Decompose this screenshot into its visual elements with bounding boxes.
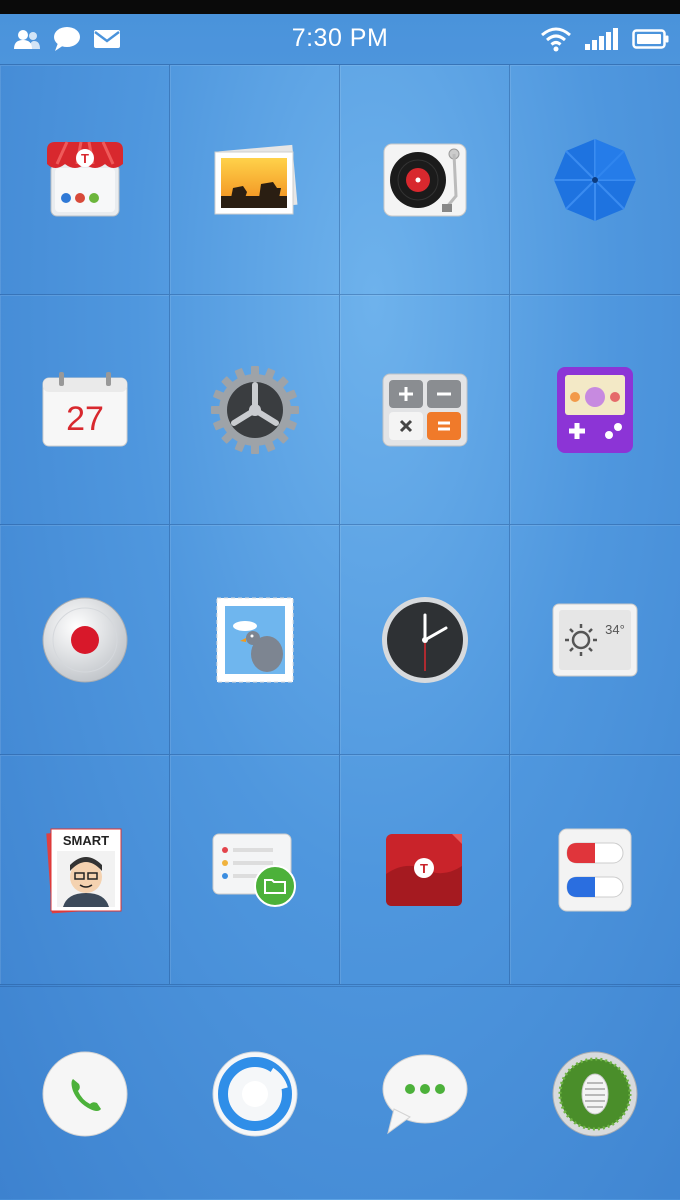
top-black-strip xyxy=(0,0,680,14)
app-cell[interactable] xyxy=(340,65,510,295)
notes-icon[interactable]: T xyxy=(382,830,468,910)
svg-text:T: T xyxy=(81,151,89,166)
app-cell[interactable] xyxy=(170,295,340,525)
gallery-icon[interactable] xyxy=(209,140,301,220)
calendar-icon[interactable]: 27 xyxy=(41,370,129,450)
app-cell[interactable] xyxy=(170,525,340,755)
app-cell[interactable]: 34° xyxy=(510,525,680,755)
dock xyxy=(0,986,680,1200)
weather-icon[interactable]: 34° xyxy=(551,602,639,678)
app-cell[interactable]: SMART xyxy=(0,755,170,985)
music-player-icon[interactable] xyxy=(380,138,470,222)
contact-card-label: SMART xyxy=(62,833,108,848)
status-bar: 7:30 PM xyxy=(0,14,680,65)
clock-icon[interactable] xyxy=(380,595,470,685)
contact-card-icon[interactable]: SMART xyxy=(45,825,125,915)
file-manager-icon[interactable] xyxy=(209,830,301,910)
phone-icon[interactable] xyxy=(40,1049,130,1139)
pills-icon[interactable] xyxy=(555,825,635,915)
app-cell[interactable]: 27 xyxy=(0,295,170,525)
app-cell[interactable] xyxy=(0,525,170,755)
dock-cell[interactable] xyxy=(0,987,170,1200)
mail-stamp-icon[interactable] xyxy=(215,596,295,684)
weather-temp: 34° xyxy=(605,622,625,637)
browser-icon[interactable] xyxy=(210,1049,300,1139)
app-cell[interactable] xyxy=(170,755,340,985)
app-grid: T 27 34° SMART T xyxy=(0,65,680,985)
dock-cell[interactable] xyxy=(170,987,340,1200)
app-cell[interactable] xyxy=(340,525,510,755)
app-cell[interactable]: T xyxy=(0,65,170,295)
settings-gear-icon[interactable] xyxy=(210,365,300,455)
battery-icon xyxy=(632,27,670,51)
game-console-icon[interactable] xyxy=(555,365,635,455)
app-cell[interactable] xyxy=(340,295,510,525)
wifi-icon xyxy=(540,26,572,52)
recorder-icon[interactable] xyxy=(40,595,130,685)
app-cell[interactable] xyxy=(510,295,680,525)
calculator-icon[interactable] xyxy=(381,372,469,448)
calendar-date: 27 xyxy=(66,400,104,438)
app-cell[interactable]: T xyxy=(340,755,510,985)
camera-icon[interactable] xyxy=(550,1049,640,1139)
dock-cell[interactable] xyxy=(340,987,510,1200)
app-store-icon[interactable]: T xyxy=(43,138,127,222)
app-cell[interactable] xyxy=(170,65,340,295)
svg-text:T: T xyxy=(420,861,428,876)
signal-icon xyxy=(584,27,620,51)
app-cell[interactable] xyxy=(510,755,680,985)
messages-icon[interactable] xyxy=(380,1051,470,1137)
app-cell[interactable] xyxy=(510,65,680,295)
umbrella-icon[interactable] xyxy=(550,135,640,225)
dock-cell[interactable] xyxy=(510,987,680,1200)
